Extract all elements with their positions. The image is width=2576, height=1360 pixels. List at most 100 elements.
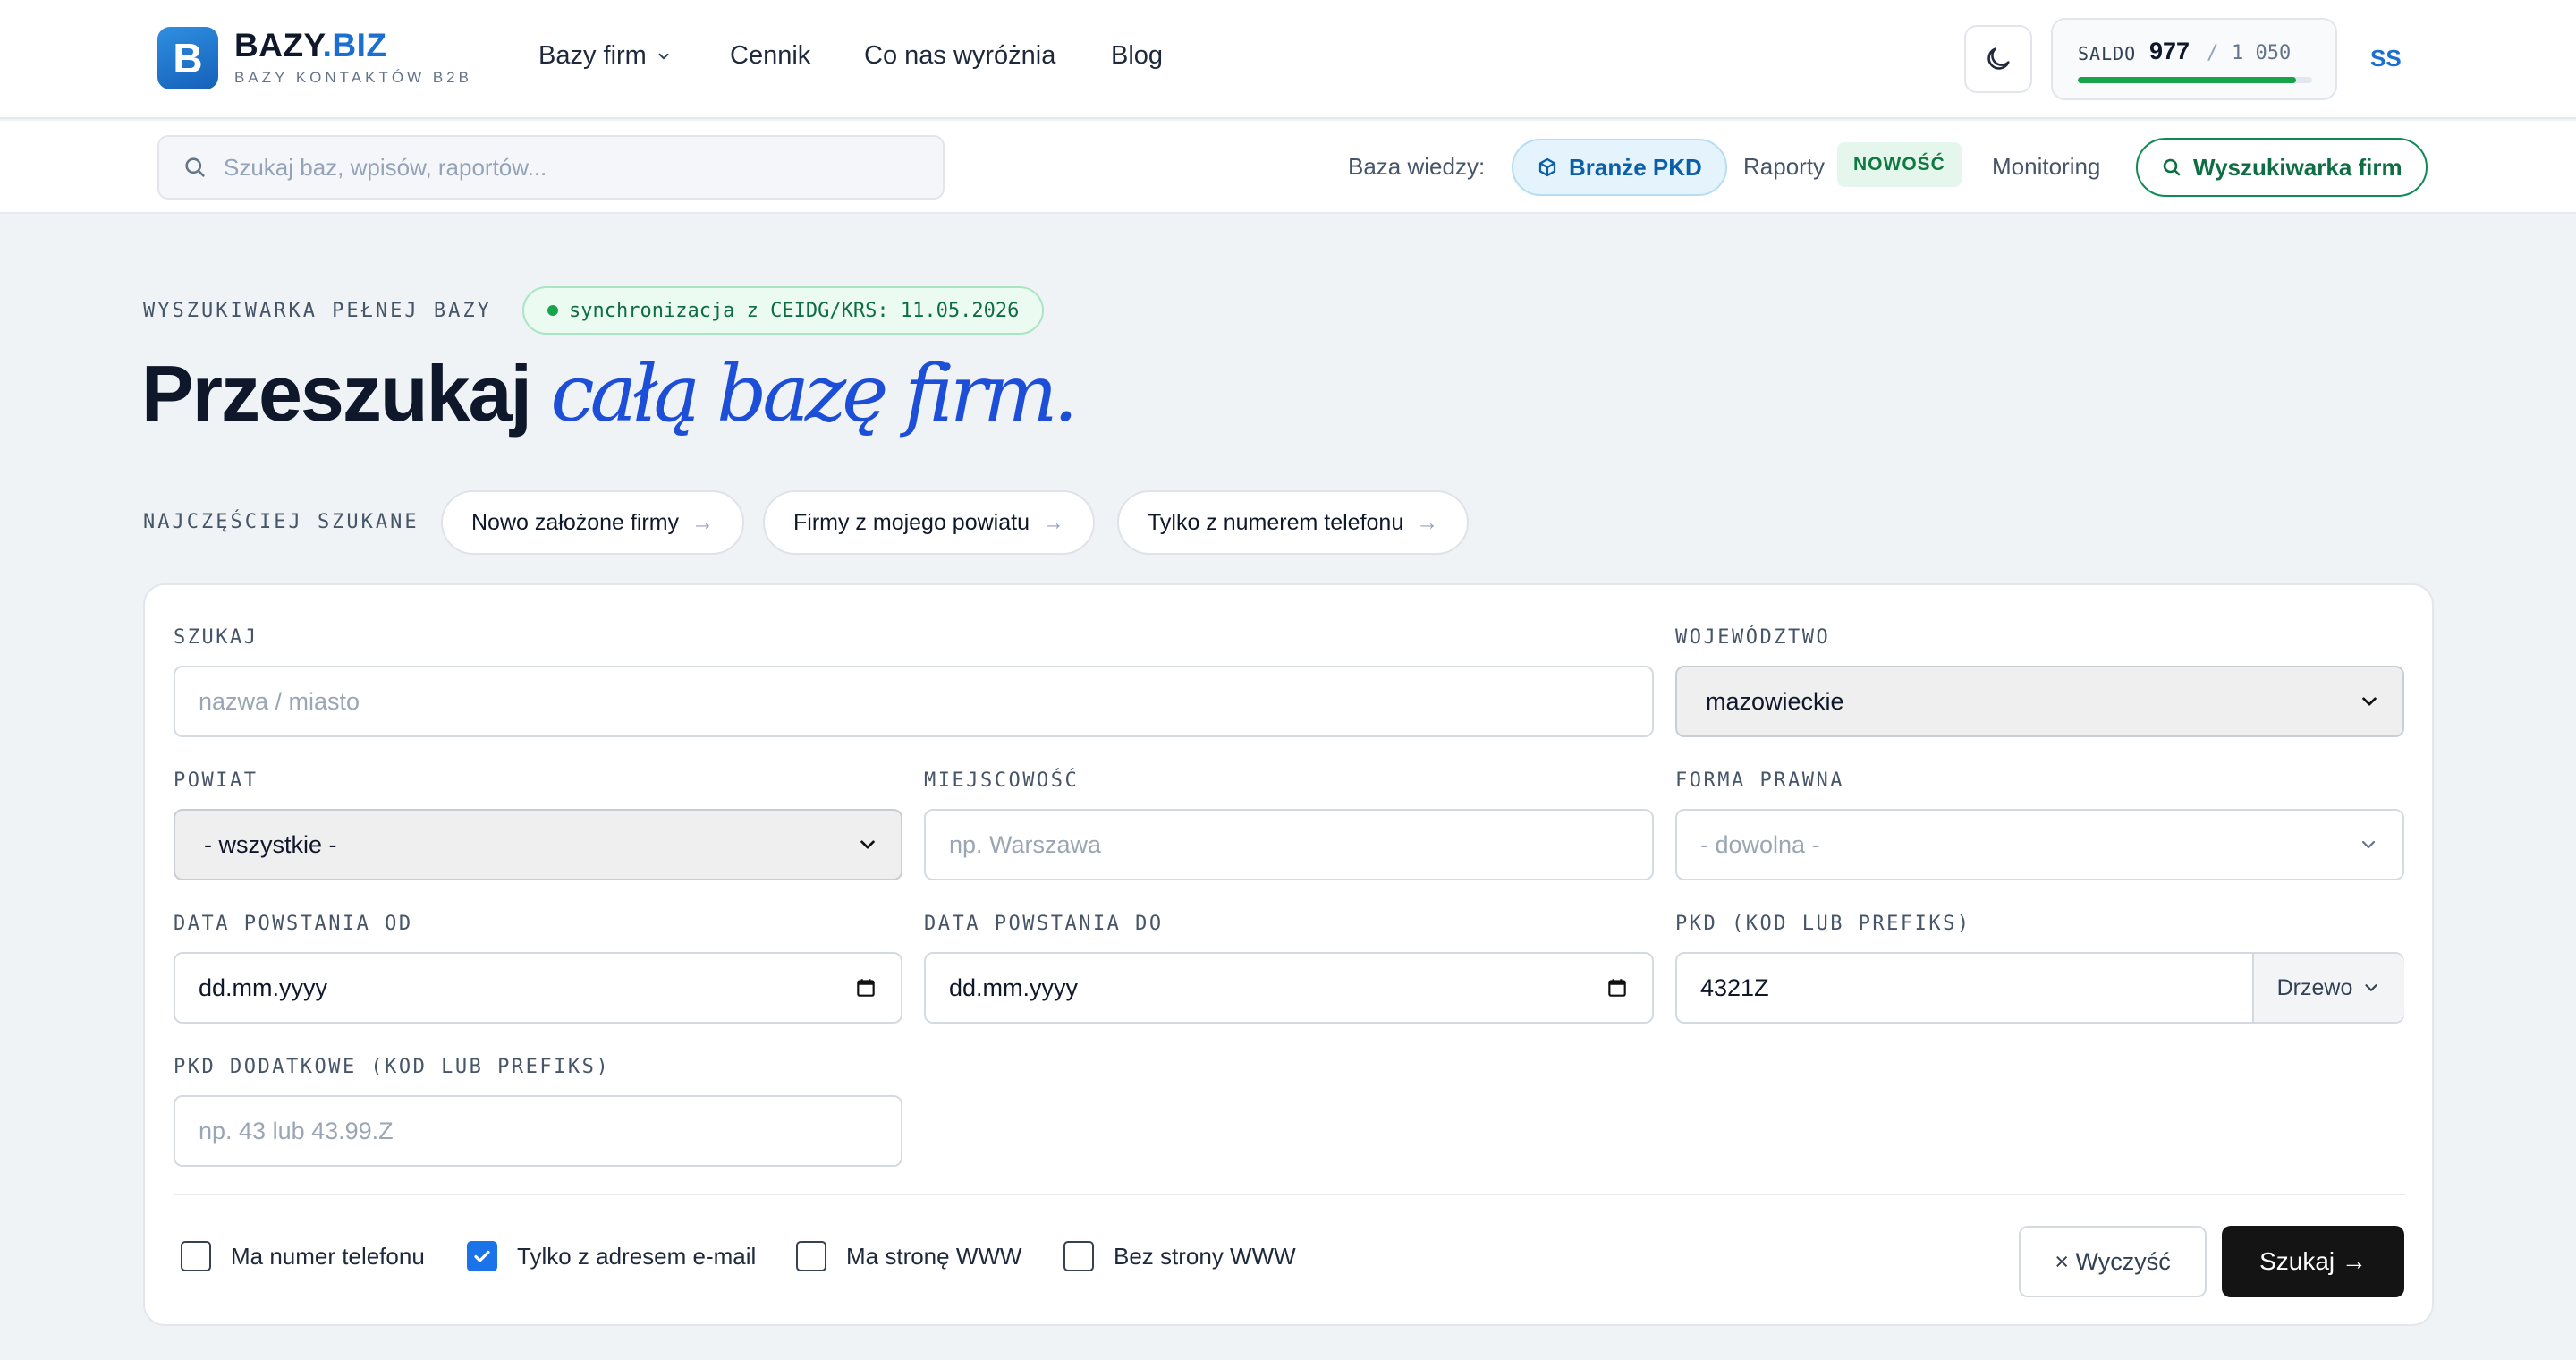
search-submit-button[interactable]: Szukaj → (2222, 1226, 2404, 1297)
checkmark-icon (474, 1250, 490, 1262)
powiat-label: POWIAT (174, 769, 258, 792)
pkd-dodatkowe-label: PKD DODATKOWE (KOD LUB PREFIKS) (174, 1056, 611, 1078)
wojewodztwo-select[interactable]: mazowieckie (1675, 666, 2404, 737)
nav-cennik[interactable]: Cennik (730, 41, 810, 71)
wyszukiwarka-firm-button[interactable]: Wyszukiwarka firm (2136, 138, 2428, 197)
user-avatar[interactable]: SS (2370, 45, 2402, 72)
szukaj-input[interactable]: nazwa / miasto (174, 666, 1654, 737)
calendar-icon[interactable] (1606, 976, 1629, 999)
checkbox-ma-telefon[interactable]: Ma numer telefonu (181, 1241, 425, 1271)
page-title-accent: całą bazę firm. (550, 347, 1078, 439)
pkd-input[interactable]: 4321Z Drzewo (1675, 952, 2404, 1024)
arrow-right-icon: → (1041, 509, 1064, 535)
global-search-input[interactable] (224, 153, 903, 182)
theme-toggle-button[interactable] (1964, 25, 2032, 93)
calendar-icon[interactable] (854, 976, 877, 999)
chip-label: Tylko z numerem telefonu (1148, 509, 1404, 535)
hero-eyebrow: WYSZUKIWARKA PEŁNEJ BAZY (143, 300, 492, 322)
status-dot-icon (547, 305, 558, 316)
saldo-separator: / (2207, 42, 2219, 64)
pkd-dodatkowe-input[interactable]: np. 43 lub 43.99.Z (174, 1095, 902, 1167)
data-od-label: DATA POWSTANIA OD (174, 913, 413, 935)
checkbox-bez-www[interactable]: Bez strony WWW (1063, 1241, 1296, 1271)
moon-icon (1987, 47, 2010, 70)
search-icon (2163, 158, 2181, 176)
raporty-link[interactable]: Raporty (1743, 153, 1825, 181)
sync-status-text: synchronizacja z CEIDG/KRS: 11.05.2026 (569, 299, 1020, 322)
chip-nowo-zalozone[interactable]: Nowo założone firmy → (441, 490, 745, 555)
brand-name-accent: .BIZ (322, 27, 387, 64)
knowledge-base-label: Baza wiedzy: (1348, 153, 1486, 180)
saldo-max: 1 050 (2232, 42, 2292, 64)
form-divider (174, 1194, 2405, 1195)
chip-moj-powiat[interactable]: Firmy z mojego powiatu → (763, 490, 1095, 555)
checkbox-box[interactable] (467, 1241, 497, 1271)
nav-bazy-firm-label: Bazy firm (538, 41, 647, 70)
frequent-searches-label: NAJCZĘŚCIEJ SZUKANE (143, 511, 419, 533)
forma-prawna-value: - dowolna - (1700, 830, 1820, 858)
chip-label: Firmy z mojego powiatu (793, 509, 1030, 535)
nav-co-nas-wyroznia[interactable]: Co nas wyróżnia (864, 41, 1055, 71)
chevron-down-icon (2365, 984, 2377, 991)
powiat-select[interactable]: - wszystkie - (174, 809, 902, 880)
branze-pkd-label: Branże PKD (1569, 153, 1702, 181)
monitoring-link[interactable]: Monitoring (1992, 153, 2100, 181)
forma-prawna-select[interactable]: - dowolna - (1675, 809, 2404, 880)
saldo-widget[interactable]: SALDO 977 / 1 050 (2051, 18, 2337, 100)
brand-tagline: BAZY KONTAKTÓW B2B (234, 69, 472, 86)
checkbox-tylko-email[interactable]: Tylko z adresem e-mail (467, 1241, 756, 1271)
checkbox-box[interactable] (181, 1241, 211, 1271)
top-navbar: B BAZY.BIZ BAZY KONTAKTÓW B2B Bazy firm … (0, 0, 2576, 119)
page-title-main: Przeszukaj (141, 349, 551, 438)
nav-bazy-firm[interactable]: Bazy firm (538, 41, 672, 71)
pkd-tree-button[interactable]: Drzewo (2252, 954, 2404, 1022)
szukaj-label: SZUKAJ (174, 626, 258, 649)
wojewodztwo-label: WOJEWÓDZTWO (1675, 626, 1831, 649)
page-title: Przeszukaj całą bazę firm. (141, 347, 1079, 439)
brand-name-main: BAZY (234, 27, 323, 64)
arrow-right-icon: → (1416, 509, 1439, 535)
arrow-right-icon: → (691, 509, 715, 535)
checkbox-label: Bez strony WWW (1114, 1242, 1296, 1270)
global-search[interactable] (157, 135, 945, 200)
data-od-input[interactable]: dd.mm.yyyy (174, 952, 902, 1024)
clear-button[interactable]: × Wyczyść (2019, 1226, 2207, 1297)
saldo-label: SALDO (2078, 43, 2137, 64)
chevron-down-icon (658, 53, 669, 59)
search-icon (185, 157, 205, 177)
branze-pkd-button[interactable]: Branże PKD (1512, 139, 1727, 196)
brand-name[interactable]: BAZY.BIZ (234, 27, 387, 64)
chip-z-telefonem[interactable]: Tylko z numerem telefonu → (1117, 490, 1470, 555)
saldo-value: 977 (2149, 38, 2190, 64)
chevron-down-icon (2362, 697, 2377, 706)
data-do-input[interactable]: dd.mm.yyyy (924, 952, 1654, 1024)
checkbox-label: Ma stronę WWW (846, 1242, 1022, 1270)
secondary-bar: Baza wiedzy: Branże PKD Raporty NOWOŚĆ M… (0, 121, 2576, 214)
miejscowosc-input[interactable]: np. Warszawa (924, 809, 1654, 880)
miejscowosc-label: MIEJSCOWOŚĆ (924, 769, 1080, 792)
checkbox-box[interactable] (1063, 1241, 1094, 1271)
pkd-tree-label: Drzewo (2276, 974, 2353, 1000)
sync-status-badge: synchronizacja z CEIDG/KRS: 11.05.2026 (522, 286, 1045, 335)
chevron-down-icon (860, 840, 875, 849)
pkd-value: 4321Z (1700, 973, 1769, 1001)
powiat-value: - wszystkie - (204, 830, 337, 858)
wyszukiwarka-firm-label: Wyszukiwarka firm (2193, 153, 2402, 181)
chip-label: Nowo założone firmy (471, 509, 680, 535)
wojewodztwo-value: mazowieckie (1706, 687, 1844, 715)
checkbox-box[interactable] (796, 1241, 826, 1271)
data-od-value: dd.mm.yyyy (199, 973, 328, 1001)
nav-blog[interactable]: Blog (1111, 41, 1163, 71)
cube-icon (1538, 157, 1556, 177)
logo-icon[interactable]: B (157, 27, 218, 89)
forma-prawna-label: FORMA PRAWNA (1675, 769, 1844, 792)
checkbox-label: Ma numer telefonu (231, 1242, 425, 1270)
pkd-label: PKD (KOD LUB PREFIKS) (1675, 913, 1971, 935)
data-do-value: dd.mm.yyyy (949, 973, 1079, 1001)
search-form-card: SZUKAJ nazwa / miasto WOJEWÓDZTWO mazowi… (143, 583, 2434, 1326)
checkbox-ma-www[interactable]: Ma stronę WWW (796, 1241, 1021, 1271)
new-badge: NOWOŚĆ (1837, 142, 1962, 187)
checkbox-label: Tylko z adresem e-mail (517, 1242, 757, 1270)
saldo-progress-bar (2078, 77, 2312, 83)
data-do-label: DATA POWSTANIA DO (924, 913, 1164, 935)
